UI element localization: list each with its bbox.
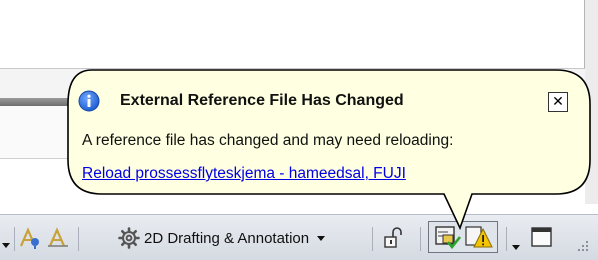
close-button[interactable]: ✕ bbox=[548, 92, 568, 112]
tray-options-chevron-icon[interactable] bbox=[512, 235, 520, 254]
workspace-switcher-button[interactable]: 2D Drafting & Annotation bbox=[112, 225, 371, 251]
reload-xref-link[interactable]: Reload prossessflyteskjema - hameedsal, … bbox=[82, 163, 406, 185]
status-bar: 2D Drafting & Annotation bbox=[0, 214, 598, 260]
info-icon bbox=[78, 90, 100, 112]
notification-message: A reference file has changed and may nee… bbox=[82, 132, 454, 149]
workspace-label: 2D Drafting & Annotation bbox=[144, 229, 310, 247]
xref-changed-icon[interactable] bbox=[434, 224, 462, 254]
xref-notification-tray[interactable] bbox=[428, 221, 498, 253]
notification-title: External Reference File Has Changed bbox=[120, 92, 404, 109]
divider bbox=[78, 227, 79, 251]
divider bbox=[14, 227, 15, 251]
dropdown-arrow-icon[interactable] bbox=[2, 233, 10, 259]
warning-triangle-icon[interactable] bbox=[465, 225, 493, 253]
divider bbox=[506, 227, 507, 251]
clean-screen-icon[interactable] bbox=[530, 225, 554, 249]
annotation-visibility-icon[interactable] bbox=[44, 225, 72, 251]
chevron-down-icon bbox=[317, 235, 326, 241]
close-icon: ✕ bbox=[552, 94, 564, 110]
lock-icon[interactable] bbox=[380, 225, 408, 251]
resize-grip-icon[interactable] bbox=[568, 239, 592, 255]
divider bbox=[420, 227, 421, 251]
annotation-scale-icon[interactable] bbox=[16, 225, 44, 251]
workspace-gear-icon bbox=[118, 227, 140, 249]
divider bbox=[372, 227, 373, 251]
notification-balloon: External Reference File Has Changed ✕ A … bbox=[68, 70, 590, 194]
